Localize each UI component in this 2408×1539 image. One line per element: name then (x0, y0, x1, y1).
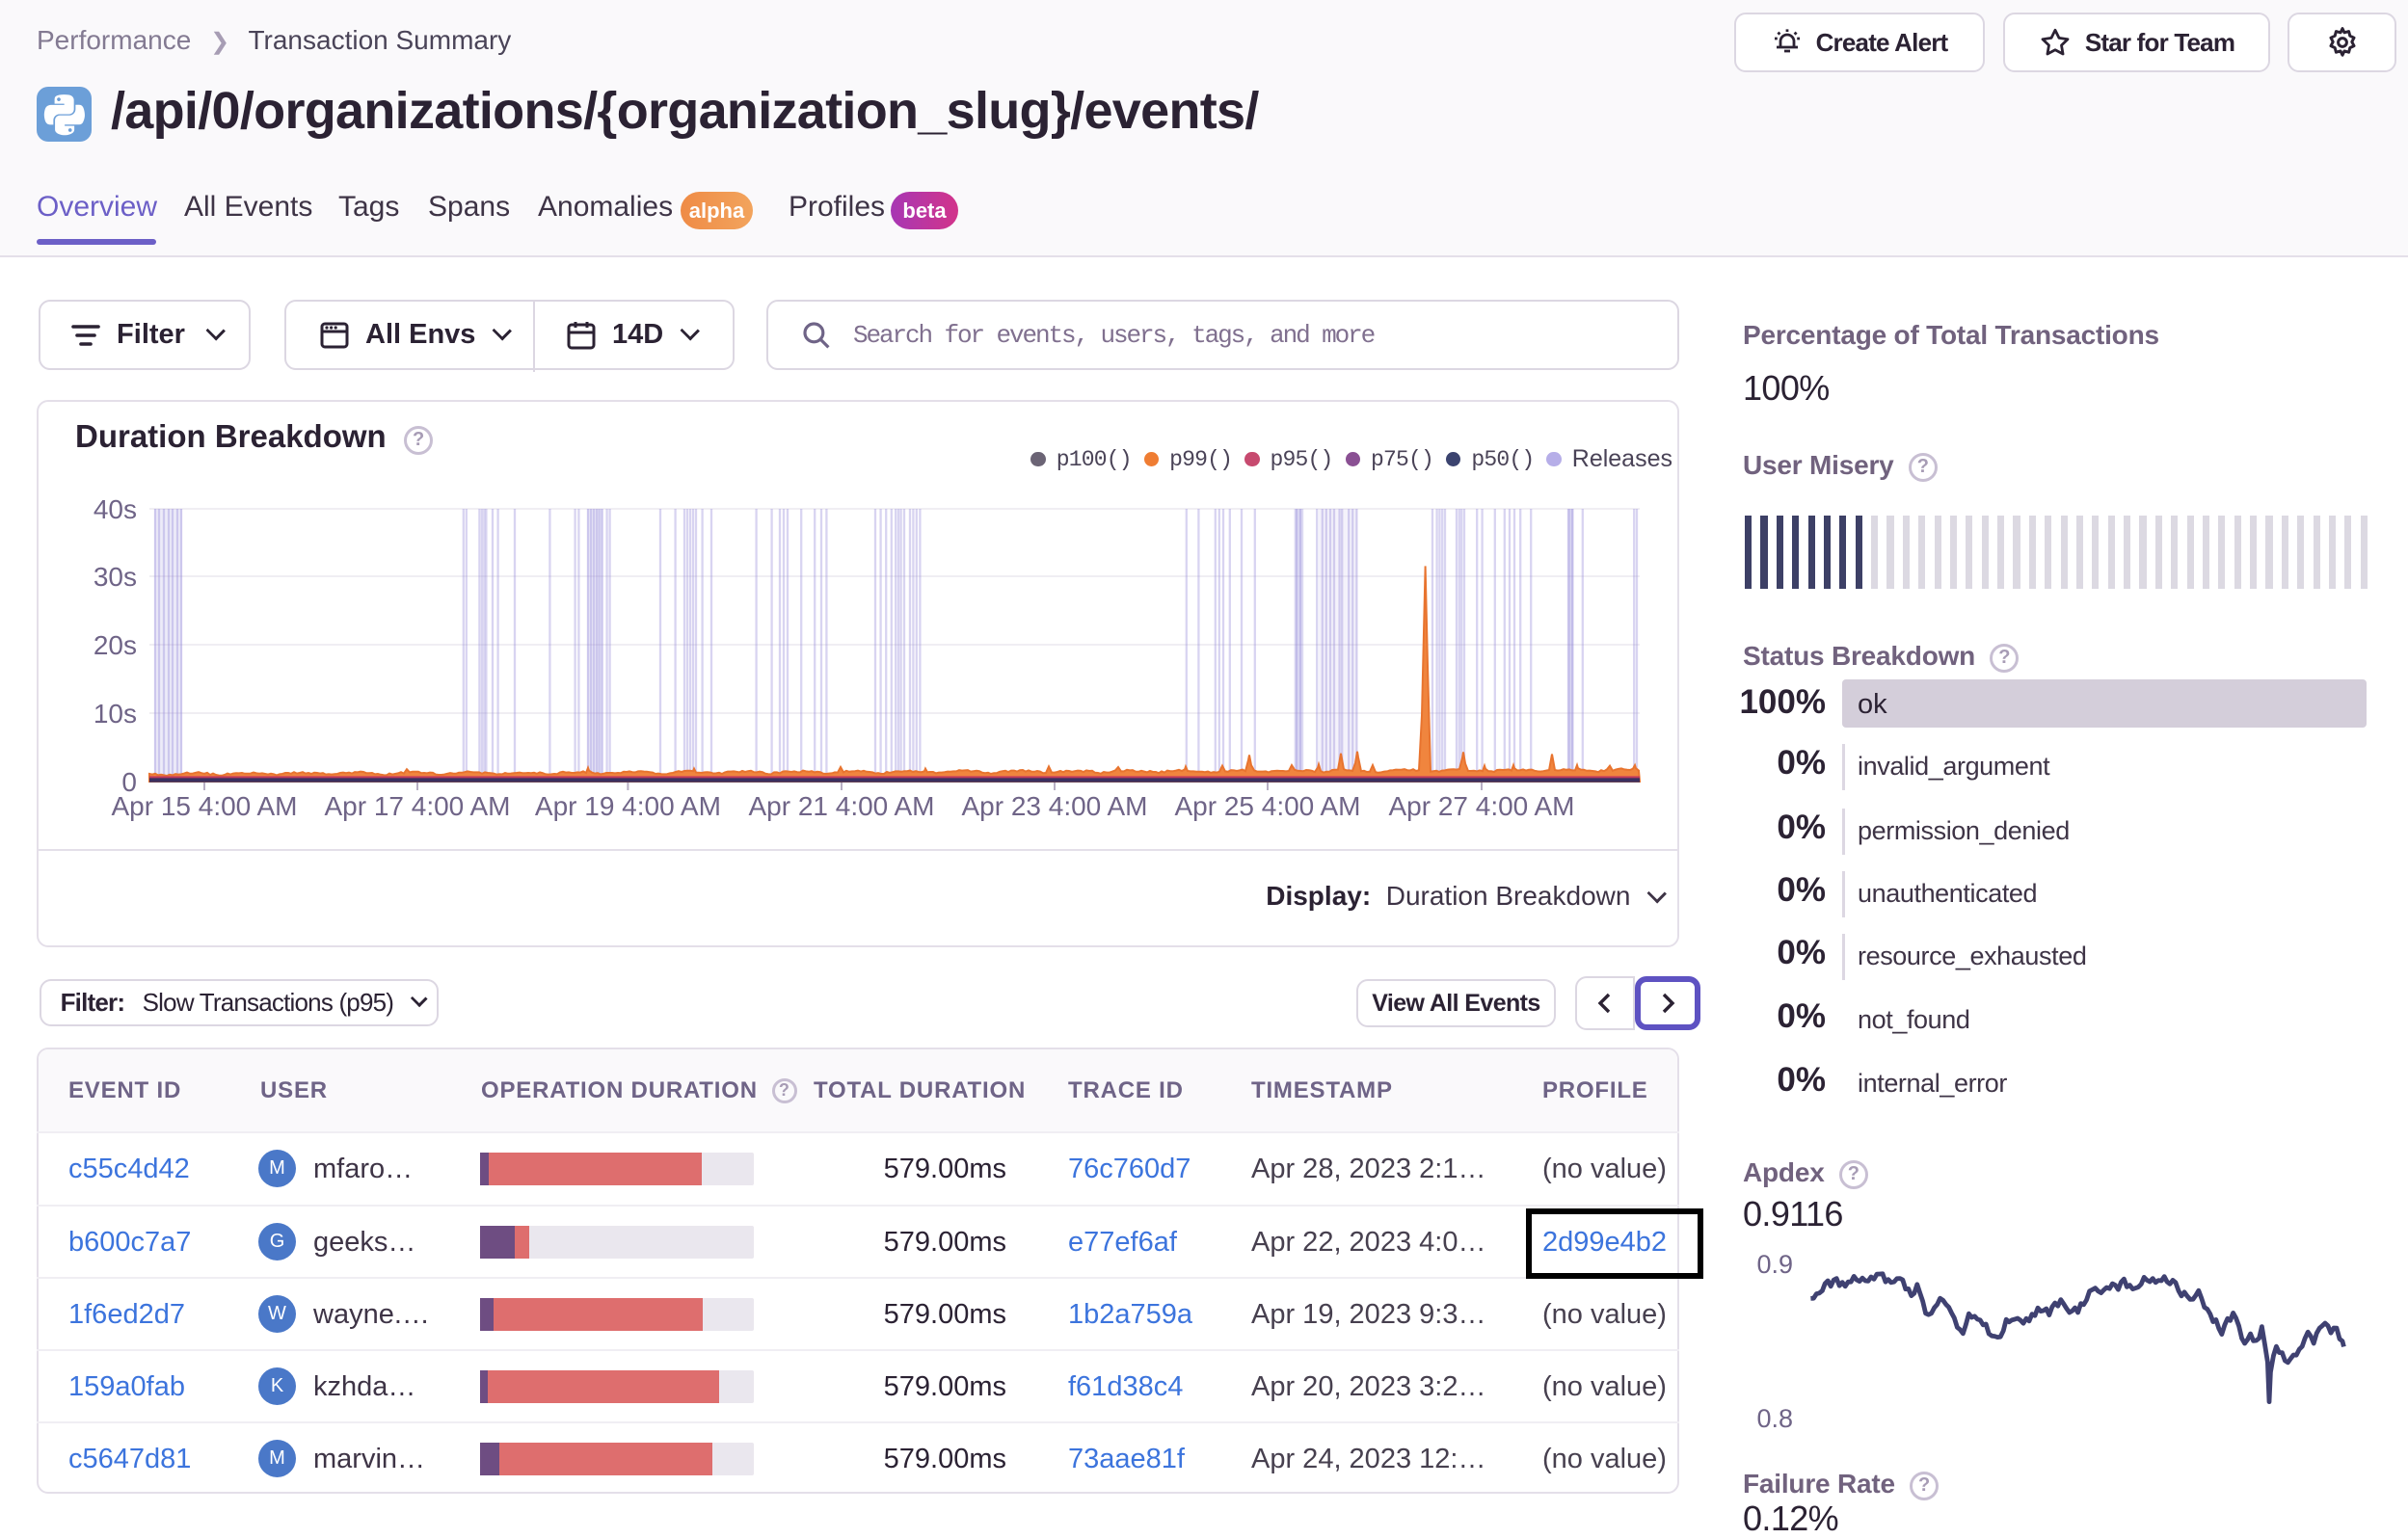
svg-text:Apr 27 4:00 AM: Apr 27 4:00 AM (1388, 791, 1574, 821)
svg-text:30s: 30s (94, 562, 137, 592)
svg-text:Apr 15 4:00 AM: Apr 15 4:00 AM (111, 791, 297, 821)
svg-text:10s: 10s (94, 699, 137, 729)
svg-text:Apr 19 4:00 AM: Apr 19 4:00 AM (535, 791, 721, 821)
svg-text:Apr 23 4:00 AM: Apr 23 4:00 AM (961, 791, 1147, 821)
svg-text:40s: 40s (94, 494, 137, 524)
svg-text:20s: 20s (94, 630, 137, 660)
svg-text:Apr 17 4:00 AM: Apr 17 4:00 AM (324, 791, 510, 821)
svg-text:Apr 25 4:00 AM: Apr 25 4:00 AM (1174, 791, 1360, 821)
svg-text:Apr 21 4:00 AM: Apr 21 4:00 AM (748, 791, 934, 821)
